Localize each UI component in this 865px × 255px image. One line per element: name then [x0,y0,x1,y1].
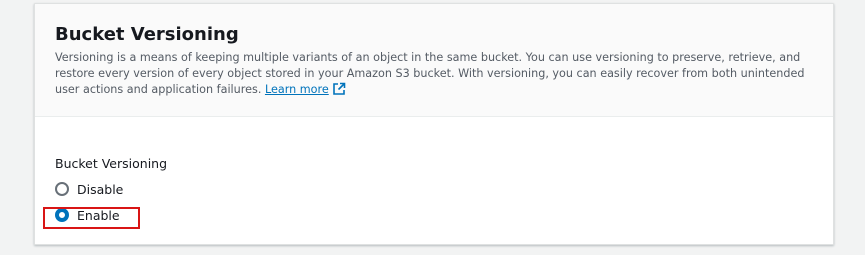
radio-button-enable[interactable] [55,208,69,222]
learn-more-link[interactable]: Learn more [265,83,329,96]
bucket-versioning-panel: Bucket Versioning Versioning is a means … [34,3,834,245]
panel-title: Bucket Versioning [55,24,239,45]
radio-button-disable[interactable] [55,182,69,196]
external-link-icon[interactable] [332,82,346,96]
versioning-field-label: Bucket Versioning [55,156,168,171]
radio-option-disable[interactable]: Disable [55,179,123,199]
description-text: Versioning is a means of keeping multipl… [55,51,805,96]
panel-header: Bucket Versioning Versioning is a means … [35,4,833,117]
radio-option-enable[interactable]: Enable [55,205,120,225]
radio-label-disable: Disable [77,181,124,197]
panel-description: Versioning is a means of keeping multipl… [55,50,825,98]
radio-label-enable: Enable [77,207,120,223]
